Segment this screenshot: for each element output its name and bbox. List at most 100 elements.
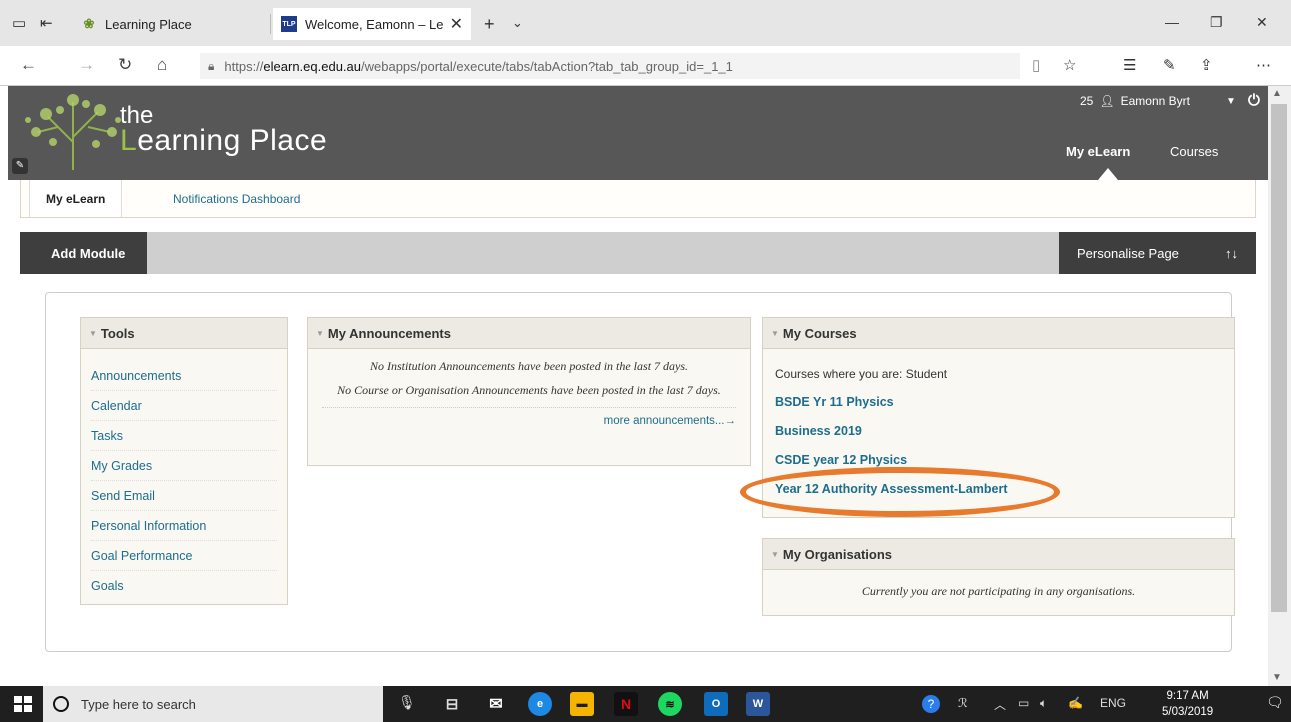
courses-role-label: Courses where you are: Student bbox=[775, 367, 948, 381]
tool-goals[interactable]: Goals bbox=[91, 571, 277, 601]
close-tab-icon[interactable]: ✕ bbox=[450, 14, 463, 34]
announcement-message: No Course or Organisation Announcements … bbox=[337, 383, 721, 397]
restore-icon[interactable]: ❐ bbox=[1210, 14, 1223, 31]
chevron-down-icon[interactable]: ⌄ bbox=[512, 15, 523, 31]
taskbar-clock[interactable]: 9:17 AM 5/03/2019 bbox=[1162, 688, 1213, 720]
tool-my-grades[interactable]: My Grades bbox=[91, 451, 277, 481]
add-module-button[interactable]: Add Module bbox=[20, 232, 147, 274]
scroll-down-icon[interactable]: ▼ bbox=[1272, 672, 1282, 683]
tab-welcome[interactable]: TLP Welcome, Eamonn – Le ✕ bbox=[273, 8, 471, 40]
url-prefix: https:// bbox=[224, 58, 264, 74]
module-header[interactable]: ▼ My Organisations bbox=[763, 539, 1234, 570]
caret-down-icon[interactable]: ▼ bbox=[1226, 96, 1236, 107]
module-header[interactable]: ▼ Tools bbox=[81, 318, 287, 349]
browser-tab-bar: ▭ ⇤ ❀ Learning Place TLP Welcome, Eamonn… bbox=[0, 0, 1291, 46]
reading-view-icon[interactable]: ▯ bbox=[1032, 56, 1040, 74]
close-window-icon[interactable]: ✕ bbox=[1256, 14, 1268, 31]
windows-start-icon[interactable] bbox=[14, 696, 32, 712]
module-header[interactable]: ▼ My Announcements bbox=[308, 318, 750, 349]
tool-calendar[interactable]: Calendar bbox=[91, 391, 277, 421]
reorder-icon[interactable]: ↑↓ bbox=[1225, 246, 1238, 261]
people-icon[interactable]: ℛ bbox=[958, 696, 968, 710]
language-indicator[interactable]: ENG bbox=[1100, 696, 1126, 710]
tool-personal-information[interactable]: Personal Information bbox=[91, 511, 277, 541]
file-explorer-icon[interactable]: ▬ bbox=[570, 692, 594, 716]
personalise-page-button[interactable]: Personalise Page ↑↓ bbox=[1059, 232, 1256, 274]
cortana-icon bbox=[53, 696, 69, 712]
browser-address-bar: ← → ↻ ⌂ 🔒︎ https://elearn.eq.edu.au/weba… bbox=[0, 46, 1291, 86]
course-link[interactable]: Year 12 Authority Assessment-Lambert bbox=[775, 474, 1222, 503]
new-tab-icon[interactable]: + bbox=[484, 14, 495, 35]
course-link[interactable]: Business 2019 bbox=[775, 416, 1222, 445]
tab-my-elearn[interactable]: My eLearn bbox=[29, 180, 123, 217]
edge-icon[interactable]: e bbox=[528, 692, 552, 716]
sub-navigation: My eLearn Notifications Dashboard bbox=[20, 180, 1256, 218]
pen-icon[interactable]: ✎ bbox=[1163, 56, 1176, 74]
announcements-module: ▼ My Announcements No Institution Announc… bbox=[307, 317, 751, 466]
collapse-triangle-icon[interactable]: ▼ bbox=[771, 550, 779, 559]
course-link[interactable]: CSDE year 12 Physics bbox=[775, 445, 1222, 474]
course-link[interactable]: BSDE Yr 11 Physics bbox=[775, 387, 1222, 416]
tab-title: Learning Place bbox=[105, 16, 192, 32]
tree-logo-icon bbox=[25, 94, 121, 170]
notification-center-icon[interactable]: 🗨︎ bbox=[1266, 694, 1284, 711]
collapse-triangle-icon[interactable]: ▼ bbox=[771, 329, 779, 338]
spotify-icon[interactable]: ≋ bbox=[658, 692, 682, 716]
edit-pencil-icon[interactable]: ✎ bbox=[12, 158, 28, 174]
announcements-body: No Institution Announcements have been p… bbox=[308, 349, 750, 437]
courses-module: ▼ My Courses Courses where you are: Stude… bbox=[762, 317, 1235, 518]
microphone-icon[interactable]: 🎙︎ bbox=[398, 694, 416, 711]
favorite-star-icon[interactable]: ☆ bbox=[1063, 56, 1076, 74]
collapse-triangle-icon[interactable]: ▼ bbox=[89, 329, 97, 338]
url-input[interactable]: 🔒︎ https://elearn.eq.edu.au/webapps/port… bbox=[200, 53, 1020, 79]
tool-goal-performance[interactable]: Goal Performance bbox=[91, 541, 277, 571]
announcement-message: No Institution Announcements have been p… bbox=[369, 359, 689, 373]
tool-send-email[interactable]: Send Email bbox=[91, 481, 277, 511]
mail-icon[interactable]: ✉ bbox=[484, 692, 508, 716]
module-title: Tools bbox=[100, 325, 135, 341]
tab-aside-icon[interactable]: ⇤ bbox=[40, 14, 53, 32]
tool-tasks[interactable]: Tasks bbox=[91, 421, 277, 451]
netflix-icon[interactable]: N bbox=[614, 692, 638, 716]
scrollbar-thumb[interactable] bbox=[1271, 104, 1287, 612]
scroll-up-icon[interactable]: ▲ bbox=[1272, 88, 1282, 99]
tool-announcements[interactable]: Announcements bbox=[91, 361, 277, 391]
taskbar-search-input[interactable]: Type here to search bbox=[43, 686, 383, 722]
more-announcements-link[interactable]: more announcements...→ bbox=[322, 415, 736, 427]
module-header[interactable]: ▼ My Courses bbox=[763, 318, 1234, 349]
nav-my-elearn[interactable]: My eLearn bbox=[1066, 144, 1130, 159]
favorites-hub-icon[interactable]: ☰ bbox=[1123, 56, 1136, 74]
tab-learning-place[interactable]: ❀ Learning Place bbox=[73, 8, 268, 40]
volume-icon[interactable]: 🔈︎ bbox=[1040, 696, 1047, 711]
nav-courses[interactable]: Courses bbox=[1170, 144, 1218, 159]
home-icon[interactable]: ⌂ bbox=[157, 55, 167, 75]
organisations-module: ▼ My Organisations Currently you are not … bbox=[762, 538, 1235, 616]
refresh-icon[interactable]: ↻ bbox=[118, 55, 132, 75]
tray-expand-icon[interactable]: ︿ bbox=[994, 696, 1006, 713]
forward-icon[interactable]: → bbox=[78, 55, 95, 75]
word-icon[interactable]: W bbox=[746, 692, 770, 716]
outlook-icon[interactable]: O bbox=[704, 692, 728, 716]
logo-text: Learning Place bbox=[120, 124, 327, 158]
help-icon[interactable]: ? bbox=[922, 695, 940, 713]
back-icon[interactable]: ← bbox=[20, 55, 37, 75]
module-title: My Announcements bbox=[327, 325, 451, 341]
more-icon[interactable]: ⋯ bbox=[1256, 56, 1271, 74]
collapse-triangle-icon[interactable]: ▼ bbox=[316, 329, 324, 338]
tab-preview-icon[interactable]: ▭ bbox=[12, 14, 26, 32]
tab-title: Welcome, Eamonn – Le bbox=[305, 16, 444, 32]
task-view-icon[interactable]: ⊟ bbox=[440, 692, 464, 716]
tab-notifications-dashboard[interactable]: Notifications Dashboard bbox=[157, 180, 316, 217]
battery-icon[interactable]: ▭ bbox=[1018, 696, 1029, 710]
module-title: My Courses bbox=[782, 325, 857, 341]
lock-icon: 🔒︎ bbox=[208, 58, 215, 73]
windows-taskbar: Type here to search 🎙︎ ⊟ ✉ e ▬ N ≋ O W ?… bbox=[0, 686, 1291, 722]
search-placeholder: Type here to search bbox=[81, 696, 196, 712]
module-toolbar: Add Module Personalise Page ↑↓ bbox=[20, 232, 1256, 274]
minimize-icon[interactable]: — bbox=[1165, 14, 1179, 30]
pen-workspace-icon[interactable]: ✍ bbox=[1068, 696, 1083, 710]
user-menu[interactable]: 25 👤︎ Eamonn Byrt bbox=[1080, 94, 1190, 108]
power-icon[interactable]: ⏻ bbox=[1248, 92, 1260, 109]
tab-divider bbox=[270, 14, 271, 34]
share-icon[interactable]: ⇪ bbox=[1200, 56, 1213, 74]
